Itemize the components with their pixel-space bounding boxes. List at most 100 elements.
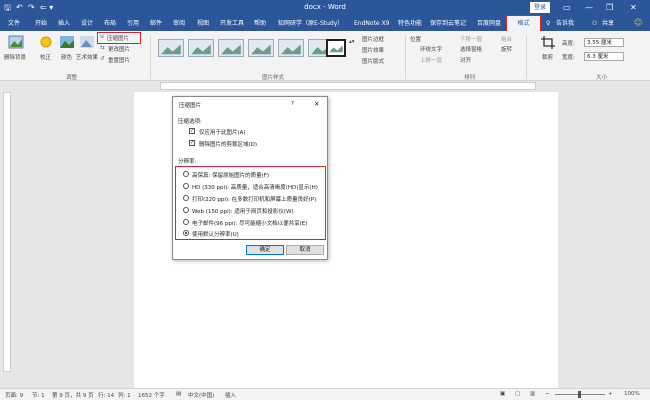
radio-hd[interactable] [183,183,189,189]
radio-print-label[interactable]: 打印(220 ppi): 在多数打印机和屏幕上质量良好(P) [192,195,316,203]
picture-style-4[interactable] [248,39,274,57]
dialog-close-button[interactable]: ✕ [314,100,319,108]
align-button[interactable]: 对齐 [460,56,471,64]
tab-format[interactable]: 格式 [506,15,541,32]
remove-background-label[interactable]: 删除背景 [4,53,26,61]
delete-crop-label[interactable]: 删除图片的剪裁区域(D) [199,140,257,148]
lightbulb-icon[interactable]: ♀ [546,18,550,29]
status-section[interactable]: 节: 1 [32,391,45,399]
status-mode[interactable]: 插入 [225,391,236,399]
tab-references[interactable]: 引用 [127,18,139,29]
bring-forward-button[interactable]: 上移一层 [420,56,442,64]
apply-only-checkbox[interactable]: ✓ [189,128,195,134]
arrange-group-label: 排列 [464,75,476,81]
close-button[interactable]: ✕ [630,2,637,13]
zoom-level[interactable]: 100% [624,391,640,397]
tab-cloud-note[interactable]: 保存到云笔记 [430,18,466,29]
picture-layout-button[interactable]: 图片版式 [362,57,384,65]
ribbon-display-icon[interactable]: ▭ [563,2,571,13]
delete-crop-checkbox[interactable]: ✓ [189,140,195,146]
tab-view[interactable]: 视图 [197,18,209,29]
picture-style-1[interactable] [158,39,184,57]
tab-mailings[interactable]: 邮件 [150,18,162,29]
minimize-button[interactable]: — [585,2,593,13]
change-picture-button[interactable]: 更改图片 [108,45,130,53]
send-backward-button[interactable]: 下移一层 [460,35,482,43]
height-input[interactable]: 3.55 厘米 [584,38,624,47]
picture-style-2[interactable] [188,39,214,57]
radio-web[interactable] [183,207,189,213]
tab-layout[interactable]: 布局 [104,18,116,29]
status-language[interactable]: 中文(中国) [188,391,214,399]
person-icon[interactable]: ⚇ [592,18,597,29]
cancel-button[interactable]: 取消 [286,245,324,255]
status-row[interactable]: 行: 14 [98,391,114,399]
read-mode-icon[interactable]: ▣ [500,391,505,397]
zoom-in-button[interactable]: + [608,391,613,397]
radio-email-label[interactable]: 电子邮件(96 ppi): 尽可能缩小文档以便共享(E) [192,219,307,227]
artistic-effects-label[interactable]: 艺术效果 [76,53,98,61]
tab-design[interactable]: 设计 [81,18,93,29]
tell-me-search[interactable]: 告诉我 [556,18,574,29]
selection-pane-button[interactable]: 选择窗格 [460,45,482,53]
picture-effects-button[interactable]: 图片效果 [362,46,384,54]
zoom-out-button[interactable]: − [545,391,550,397]
color-icon[interactable] [59,35,75,49]
tab-home[interactable]: 开始 [35,18,47,29]
reset-picture-button[interactable]: 重置图片 [108,56,130,64]
radio-hifi-label[interactable]: 高保真: 保留原始图片的质量(F) [192,171,269,179]
vertical-scrollbar[interactable] [641,82,650,388]
radio-default[interactable] [183,230,189,236]
help-button[interactable]: ? [291,101,294,107]
ok-button[interactable]: 确定 [246,245,284,255]
zoom-slider-thumb[interactable] [578,391,581,398]
status-page-of[interactable]: 第 9 页，共 9 页 [52,391,94,399]
radio-default-label[interactable]: 使用默认分辨率(U) [192,230,239,238]
compress-pictures-button[interactable]: ⇲ 压缩图片 [97,32,141,44]
status-col[interactable]: 列: 1 [118,391,131,399]
radio-email[interactable] [183,219,189,225]
radio-print[interactable] [183,195,189,201]
picture-style-7[interactable] [326,39,346,57]
apply-only-label[interactable]: 仅应用于此图片(A) [199,128,246,136]
vertical-ruler[interactable] [3,92,11,372]
picture-style-3[interactable] [218,39,244,57]
tab-file[interactable]: 文件 [8,18,20,29]
tab-special[interactable]: 特色功能 [398,18,422,29]
share-button[interactable]: 共享 [602,18,614,29]
web-layout-icon[interactable]: ▥ [530,391,535,397]
wrap-text-button[interactable]: 环绕文字 [420,45,442,53]
crop-icon[interactable] [540,35,556,49]
rotate-button[interactable]: 旋转 [501,45,512,53]
artistic-effects-icon[interactable] [79,35,95,49]
radio-hifi[interactable] [183,171,189,177]
correct-label[interactable]: 校正 [40,53,51,61]
print-layout-icon[interactable]: ▢ [515,391,520,397]
radio-web-label[interactable]: Web (150 ppi): 适用于网页和投影仪(W) [192,207,294,215]
status-words[interactable]: 1652 个字 [138,391,165,399]
styles-scroll-icon[interactable]: ▴▾ [349,39,355,45]
radio-hd-label[interactable]: HD (330 ppi): 高质量，适合高清晰度(HD)显示(H) [192,183,318,191]
tab-e-study[interactable]: 知网研学（原E-Study） [278,18,343,29]
crop-label[interactable]: 裁剪 [542,53,553,61]
tab-baidu-pan[interactable]: 百度网盘 [477,18,501,29]
status-page[interactable]: 页面: 9 [5,391,23,399]
tab-endnote[interactable]: EndNote X9 [354,18,389,29]
position-button[interactable]: 位置 [410,35,421,43]
horizontal-ruler[interactable] [160,82,536,90]
restore-button[interactable]: ❐ [606,2,613,13]
picture-border-button[interactable]: 图片边框 [362,35,384,43]
tab-help[interactable]: 帮助 [254,18,266,29]
tab-developer[interactable]: 开发工具 [220,18,244,29]
picture-style-5[interactable] [278,39,304,57]
width-input[interactable]: 6.3 厘米 [584,52,624,61]
proofing-icon[interactable]: ▤ [176,391,181,397]
login-button[interactable]: 登录 [530,2,550,13]
smiley-icon[interactable]: ☺ [634,17,642,28]
remove-background-icon[interactable] [8,35,24,49]
group-button[interactable]: 组合 [501,35,512,43]
tab-insert[interactable]: 插入 [58,18,70,29]
tab-review[interactable]: 审阅 [173,18,185,29]
color-label[interactable]: 颜色 [61,53,72,61]
correct-icon[interactable] [38,35,54,49]
